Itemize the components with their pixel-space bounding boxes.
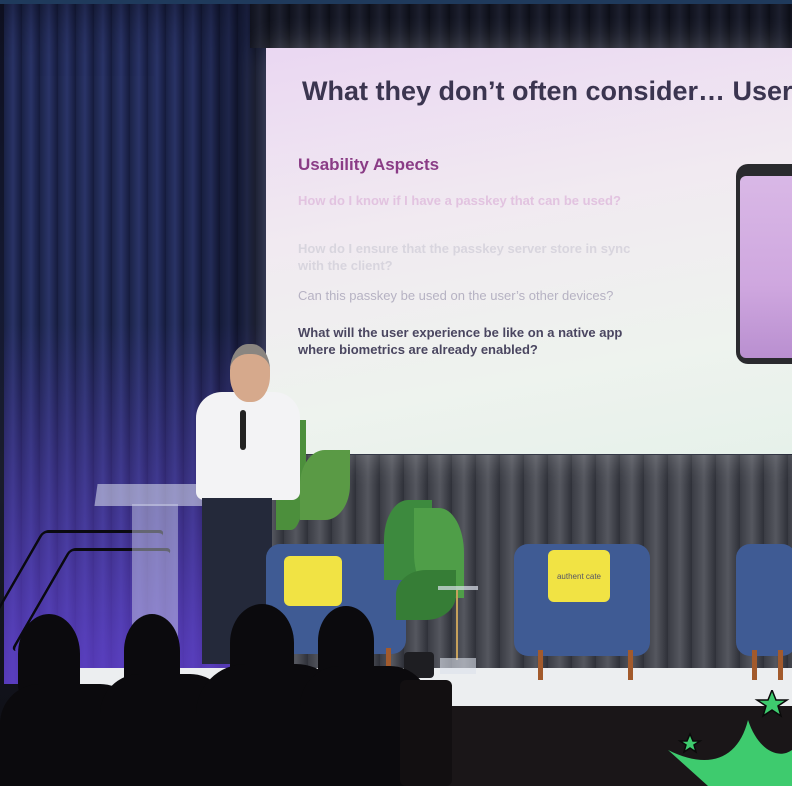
pillow-logo-text: authent cate (556, 572, 602, 581)
speaker-head (230, 344, 270, 402)
phone-screen (740, 176, 792, 358)
slide-question: Can this passkey be used on the user’s o… (298, 288, 614, 303)
speaker-shirt (196, 392, 300, 500)
audience-head (18, 614, 80, 694)
conference-photo: What they don’t often consider… User Usa… (0, 0, 792, 786)
top-curtain (250, 4, 792, 48)
audience-chair (400, 680, 452, 786)
projection-screen: What they don’t often consider… User Usa… (266, 48, 792, 454)
phone-mockup (736, 164, 792, 364)
armchair (736, 544, 792, 656)
chair-leg (778, 650, 783, 680)
side-table (438, 586, 478, 674)
slide-subtitle: Usability Aspects (298, 155, 440, 174)
pillow: authent cate (548, 550, 610, 602)
microphone (240, 410, 246, 450)
slide-question: How do I ensure that the passkey server … (298, 241, 631, 273)
chair-leg (628, 650, 633, 680)
corner-star-decoration (668, 690, 792, 786)
slide-question: What will the user experience be like on… (298, 325, 623, 357)
chair-leg (538, 650, 543, 680)
plant-leaf (300, 450, 350, 520)
pillow (284, 556, 342, 606)
slide-question: How do I know if I have a passkey that c… (298, 193, 621, 208)
slide-title: What they don’t often consider… User (302, 76, 792, 106)
chair-leg (752, 650, 757, 680)
